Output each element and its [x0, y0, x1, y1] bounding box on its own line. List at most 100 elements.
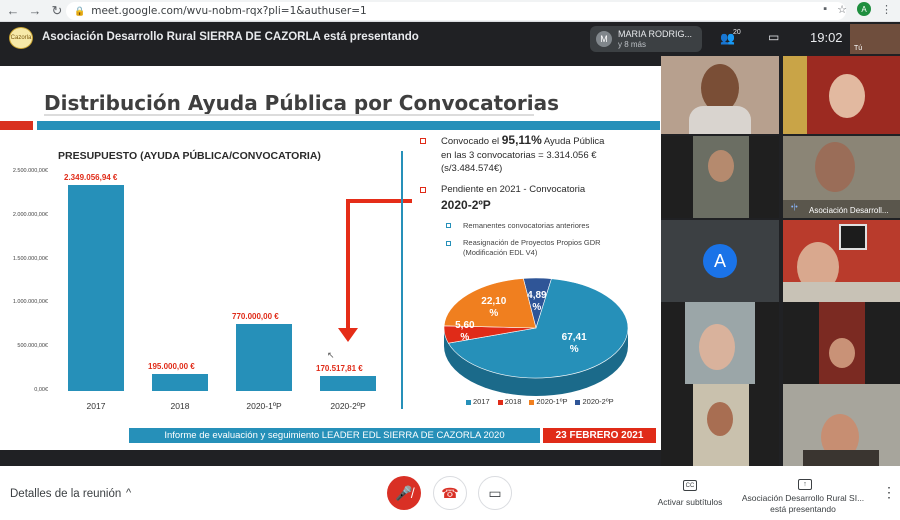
pendiente-convocatoria: 2020-2ºP — [441, 198, 491, 212]
person-body — [689, 106, 751, 134]
legend-item: 2017 — [466, 397, 490, 406]
legend-item: 2020-1ºP — [529, 397, 567, 406]
meeting-details-button[interactable]: Detalles de la reunión — [10, 488, 121, 500]
person-silhouette — [707, 402, 733, 436]
pie-legend: 2017 2018 2020-1ºP 2020-2ºP — [466, 397, 614, 406]
slide-date: 23 FEBRERO 2021 — [543, 428, 656, 443]
convocado-post: Ayuda Pública — [541, 136, 605, 147]
legend-label: 2020-2ºP — [582, 397, 614, 406]
y-tick-label: 500.000,00€ — [17, 343, 48, 350]
legend-swatch — [466, 399, 471, 405]
legend-label: 2020-1ºP — [536, 397, 568, 406]
pie-value: 4,89 — [527, 289, 547, 301]
video-tile[interactable] — [661, 56, 779, 134]
legend-swatch — [497, 399, 503, 405]
self-view[interactable]: Tú — [850, 24, 900, 54]
pie-percent-sign: % — [460, 332, 470, 344]
logo-text: Cazorla — [10, 35, 32, 41]
video-tile[interactable] — [661, 384, 779, 466]
star-icon[interactable]: ☆ — [837, 3, 847, 16]
participant-more: y 8 más — [618, 40, 647, 49]
convocado-line: Convocado el 95,11% Ayuda Pública — [441, 134, 604, 148]
bar-chart-title: PRESUPUESTO (AYUDA PÚBLICA/CONVOCATORIA) — [58, 150, 321, 162]
mic-off-icon: 🎤̸ — [395, 484, 413, 501]
x-tick-label: 2017 — [86, 401, 106, 411]
bar-value-label: 195.000,00 € — [148, 361, 195, 371]
bar-value-label: 770.000,00 € — [232, 311, 279, 321]
people-count: 20 — [733, 29, 741, 36]
chat-icon[interactable]: ▭ — [768, 30, 779, 44]
pie-percent-sign: % — [489, 308, 499, 320]
url-text: meet.google.com/wvu-nobm-rqx?pli=1&authu… — [91, 5, 367, 17]
pie-value-label: 22,10% — [478, 296, 510, 320]
legend-label: 2017 — [473, 397, 490, 406]
present-screen-icon[interactable]: ↑ — [798, 479, 812, 490]
participant-name: MARIA RODRIG... — [618, 29, 693, 39]
sub-bullet-icon — [446, 223, 451, 228]
video-tile[interactable] — [783, 384, 900, 466]
video-tile[interactable]: A — [661, 220, 779, 302]
arrow-vertical — [346, 199, 350, 331]
bar-2020-2ºP — [320, 376, 376, 391]
convocado-total: (s/3.484.574€) — [441, 163, 503, 174]
pie-percent-sign: % — [569, 343, 579, 355]
video-tile[interactable]: Asociación Desarroll... •|• — [783, 136, 900, 218]
video-tile[interactable] — [661, 136, 779, 218]
video-tile[interactable] — [783, 56, 900, 134]
slide-title: Distribución Ayuda Pública por Convocato… — [44, 91, 559, 115]
y-tick-label: 2.000.000,00€ — [12, 211, 48, 218]
pie-value: 5,60 — [455, 320, 475, 332]
captions-button[interactable]: Activar subtítulos — [650, 497, 730, 507]
person-body — [783, 282, 900, 302]
convocado-percent: 95,11% — [501, 133, 542, 147]
browser-actions: ▪ ☆ A ⋮ — [823, 2, 892, 16]
presenter-tile-name: Asociación Desarroll... — [809, 206, 889, 215]
camera-button[interactable]: ▭ — [478, 476, 512, 510]
forward-icon[interactable]: → — [26, 2, 44, 20]
mic-off-button[interactable]: 🎤̸ — [387, 476, 421, 510]
presenter-logo: Cazorla — [9, 27, 33, 49]
convocado-pre: Convocado el — [441, 136, 502, 147]
presenting-status[interactable]: Asociación Desarrollo Rural SI... está p… — [738, 493, 868, 515]
y-tick-label: 2.500.000,00€ — [12, 168, 48, 174]
more-options-icon[interactable]: ⋮ — [882, 484, 896, 501]
y-tick-label: 0,00€ — [34, 387, 48, 393]
person-silhouette — [708, 150, 734, 182]
reload-icon[interactable]: ↻ — [48, 2, 66, 20]
video-tile[interactable] — [661, 302, 779, 384]
captions-icon[interactable]: CC — [683, 480, 697, 491]
bullet-square-icon — [420, 138, 426, 144]
modificacion-text: (Modificación EDL V4) — [463, 248, 538, 257]
legend-item: 2020-2ºP — [575, 397, 614, 406]
slide-footer: Informe de evaluación y seguimiento LEAD… — [129, 428, 540, 443]
emblem-frame — [839, 224, 867, 250]
bar-2020-1ºP — [236, 323, 292, 391]
camera-icon[interactable]: ▪ — [823, 3, 827, 15]
video-tile[interactable] — [783, 302, 900, 384]
bar-value-label: 2.349.056,94 € — [64, 173, 118, 183]
bullet-square-icon — [420, 187, 426, 193]
participant-pill[interactable]: M MARIA RODRIG... y 8 más — [590, 26, 702, 52]
person-silhouette — [815, 142, 855, 192]
x-tick-label: 2018 — [170, 401, 190, 411]
header-red-bar — [0, 121, 33, 130]
menu-icon[interactable]: ⋮ — [881, 3, 892, 16]
remanentes-text: Remanentes convocatorias anteriores — [463, 221, 590, 230]
address-bar[interactable]: 🔒 meet.google.com/wvu-nobm-rqx?pli=1&aut… — [66, 2, 846, 20]
arrow-head-icon — [338, 328, 358, 342]
back-icon[interactable]: ← — [4, 2, 22, 20]
pie-value-label: 4,89% — [521, 290, 553, 314]
reasignacion-text: Reasignación de Proyectos Propios GDR — [463, 238, 601, 247]
chevron-up-icon[interactable]: ^ — [126, 487, 131, 499]
leave-call-button[interactable]: ☎ — [433, 476, 467, 510]
bar-value-label: 170.517,81 € — [316, 364, 363, 374]
presenting-line2: está presentando — [770, 504, 836, 514]
y-tick-label: 1.500.000,00€ — [12, 255, 48, 262]
video-tile[interactable] — [783, 220, 900, 302]
video-camera-icon: ▭ — [488, 484, 502, 501]
person-silhouette — [829, 74, 865, 118]
browser-toolbar: ← → ↻ 🔒 meet.google.com/wvu-nobm-rqx?pli… — [0, 0, 900, 22]
hang-up-icon: ☎ — [441, 484, 459, 501]
profile-avatar[interactable]: A — [857, 2, 871, 16]
pie-value: 67,41 — [561, 331, 587, 343]
